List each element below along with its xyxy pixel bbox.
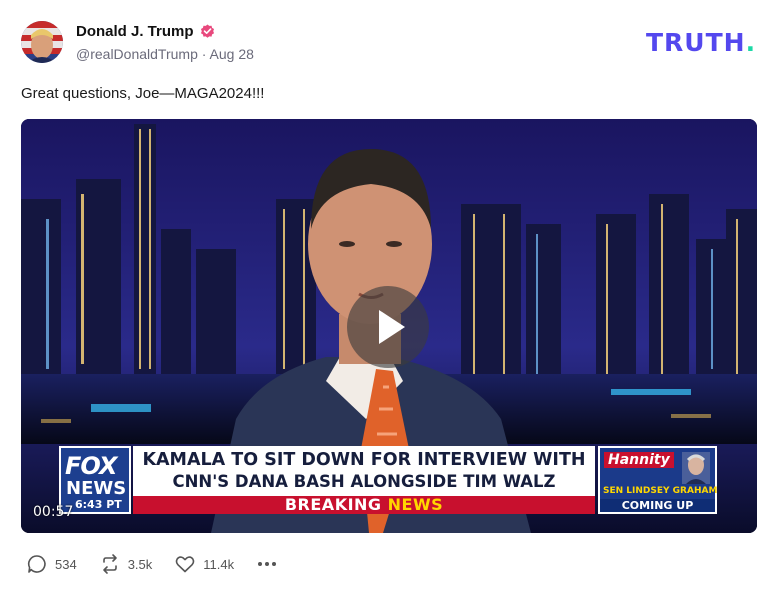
- author-name-row: Donald J. Trump: [76, 23, 215, 40]
- show-promo: Hannity SEN LINDSEY GRAHAM COMING UP: [598, 446, 717, 514]
- post-date[interactable]: Aug 28: [210, 46, 254, 62]
- network-name-line1: FOX: [65, 452, 117, 480]
- news-word: NEWS: [387, 495, 444, 514]
- retruth-icon: [102, 554, 117, 574]
- breaking-word: BREAKING: [284, 495, 382, 514]
- broadcast-clock: 6:43 PT: [75, 498, 122, 511]
- like-count: 11.4k: [203, 556, 235, 572]
- truth-logo-dot: .: [745, 28, 757, 57]
- author-meta: @realDonaldTrump · Aug 28: [76, 46, 254, 62]
- play-button[interactable]: [347, 286, 429, 368]
- guest-name: SEN LINDSEY GRAHAM: [603, 486, 718, 496]
- breaking-news-banner: BREAKING NEWS: [133, 496, 595, 514]
- avatar[interactable]: [21, 21, 63, 63]
- like-button[interactable]: 11.4k: [174, 553, 234, 575]
- retruth-button[interactable]: 3.5k: [99, 553, 153, 575]
- coming-up-label: COMING UP: [600, 499, 715, 512]
- heart-icon: [175, 556, 195, 573]
- post-text: Great questions, Joe—MAGA2024!!!: [21, 85, 265, 102]
- avatar-image: [21, 21, 63, 63]
- truth-post: Donald J. Trump @realDonaldTrump · Aug 2…: [0, 0, 778, 595]
- video-player[interactable]: FOX NEWS 6:43 PT KAMALA TO SIT DOWN FOR …: [21, 119, 757, 533]
- verified-badge-icon: [200, 24, 214, 38]
- network-name-line2: NEWS: [66, 478, 127, 499]
- chyron-headline: KAMALA TO SIT DOWN FOR INTERVIEW WITH CN…: [133, 446, 595, 513]
- reply-count: 534: [55, 556, 77, 572]
- play-icon: [379, 310, 405, 344]
- author-handle[interactable]: @realDonaldTrump: [76, 46, 198, 62]
- author-display-name[interactable]: Donald J. Trump: [76, 23, 194, 40]
- truth-logo[interactable]: TRUTH.: [646, 28, 756, 57]
- meta-separator: ·: [201, 46, 207, 62]
- video-timestamp: 00:57: [33, 504, 74, 520]
- headline-line1: KAMALA TO SIT DOWN FOR INTERVIEW WITH: [142, 450, 586, 470]
- reply-icon: [27, 555, 46, 573]
- reply-button[interactable]: 534: [26, 553, 77, 575]
- post-actions: 534 3.5k 11.4k: [26, 553, 300, 575]
- guest-thumbnail: [682, 452, 710, 484]
- truth-logo-text: TRUTH: [646, 28, 746, 57]
- more-icon: [258, 562, 277, 566]
- more-options-button[interactable]: [256, 553, 278, 575]
- show-name: Hannity: [604, 452, 674, 468]
- retruth-count: 3.5k: [127, 556, 153, 572]
